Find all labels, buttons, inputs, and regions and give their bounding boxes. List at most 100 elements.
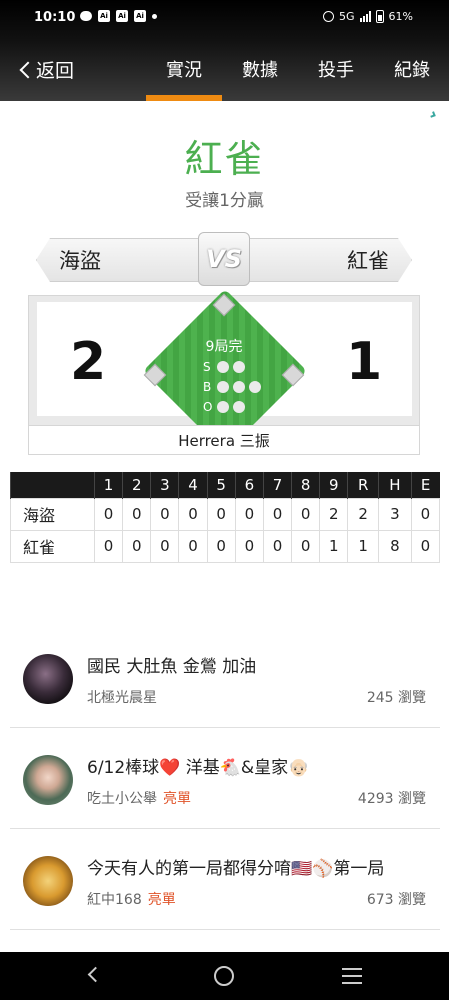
ball-dot-icon (233, 381, 245, 393)
post-title: 國民 大肚魚 金鶯 加油 (87, 657, 257, 677)
tab-live[interactable]: 實況 (146, 56, 222, 82)
avatar (23, 755, 73, 805)
post-author: 吃土小公舉 亮單 (87, 788, 191, 808)
linescore-cell: 3 (377, 497, 412, 531)
back-button[interactable]: 返回 (19, 56, 75, 83)
away-score: 2 (70, 332, 107, 392)
linescore-cell: 0 (206, 497, 236, 531)
active-tab-indicator (146, 95, 222, 101)
status-time: 10:10 (34, 10, 76, 25)
recents-nav-icon[interactable] (342, 968, 362, 984)
inning-header: 4 (178, 472, 208, 498)
result-subtitle: 受讓1分贏 (185, 191, 264, 211)
result-title: 紅雀 (184, 137, 265, 181)
home-team-box: 紅雀 (237, 238, 412, 282)
last-play-text: Herrera 三振 (28, 425, 420, 455)
out-dot-icon (233, 401, 245, 413)
out-dot-icon (217, 401, 229, 413)
ball-dot-icon (217, 381, 229, 393)
tab-records[interactable]: 紀錄 (374, 56, 449, 82)
back-label: 返回 (36, 60, 75, 82)
avatar (23, 654, 73, 704)
network-label: 5G (339, 10, 355, 23)
away-team-name: 海盜 (59, 249, 101, 273)
linescore-cell: 0 (93, 529, 124, 563)
post-title: 今天有人的第一局都得分唷🇺🇸⚾第一局 (87, 859, 385, 879)
out-label: O (203, 400, 213, 414)
linescore-cell: 0 (262, 497, 293, 531)
post-views: 245 瀏覽 (366, 690, 426, 706)
linescore-cell: 0 (150, 529, 180, 563)
post-author-name: 吃土小公舉 (87, 791, 157, 807)
linescore-cell: 0 (410, 529, 441, 563)
hits-header: H (377, 472, 412, 498)
ai-app-icon: Ai (98, 10, 110, 22)
message-icon (80, 11, 92, 21)
linescore-cell: 0 (178, 529, 208, 563)
post-views: 673 瀏覽 (366, 892, 426, 908)
post-item[interactable]: 今天有人的第一局都得分唷🇺🇸⚾第一局 紅中168 亮單 673 瀏覽 (10, 830, 440, 930)
linescore-cell: 0 (410, 497, 441, 531)
post-item[interactable]: 6/12棒球❤️ 洋基🐔&皇家👴🏻 吃土小公舉 亮單 4293 瀏覽 (10, 729, 440, 829)
linescore-cell: 8 (377, 529, 412, 563)
linescore-cell: 0 (122, 497, 152, 531)
ai-app-icon: Ai (134, 10, 146, 22)
linescore-header-team (10, 472, 95, 498)
tab-pitchers[interactable]: 投手 (298, 56, 374, 82)
linescore-table: 1 2 3 4 5 6 7 8 9 R H E 海盜 0 0 0 0 0 0 0… (10, 472, 441, 563)
post-item[interactable]: 國民 大肚魚 金鶯 加油 北極光晨星 245 瀏覽 (10, 628, 440, 728)
strike-count: S (203, 360, 245, 374)
away-team-box: 海盜 (36, 238, 211, 282)
strike-dot-icon (217, 361, 229, 373)
notification-icons: Ai Ai Ai (80, 10, 157, 22)
linescore-cell: 0 (150, 497, 180, 531)
home-nav-icon[interactable] (214, 966, 234, 986)
linescore-cell: 0 (291, 497, 321, 531)
battery-icon (375, 10, 384, 23)
inning-header: 5 (206, 472, 236, 498)
status-right: 5G 61% (323, 10, 413, 23)
errors-header: E (410, 472, 440, 498)
linescore-cell: 0 (93, 497, 124, 531)
post-author: 北極光晨星 (87, 687, 157, 707)
linescore-cell: 1 (319, 529, 349, 563)
linescore-cell: 0 (262, 529, 293, 563)
runs-header: R (347, 472, 379, 498)
linescore-cell: 0 (234, 497, 264, 531)
post-author: 紅中168 亮單 (87, 889, 176, 909)
inning-header: 9 (319, 472, 348, 498)
ai-app-icon: Ai (116, 10, 128, 22)
post-author-name: 紅中168 (87, 892, 142, 908)
home-team-name: 紅雀 (347, 249, 389, 273)
inning-header: 3 (150, 472, 179, 498)
linescore-cell: 0 (291, 529, 321, 563)
linescore-row-away: 海盜 0 0 0 0 0 0 0 0 2 2 3 0 (10, 497, 441, 531)
ball-label: B (203, 380, 212, 394)
ball-count: B (203, 380, 261, 394)
home-score: 1 (346, 332, 383, 392)
inning-label: 9局完 (205, 339, 243, 355)
ball-dot-icon (249, 381, 261, 393)
signal-icon (359, 11, 371, 22)
post-tag: 亮單 (147, 892, 176, 908)
chevron-left-icon (19, 61, 37, 79)
inning-header: 7 (262, 472, 292, 498)
linescore-cell: 0 (206, 529, 236, 563)
strike-dot-icon (233, 361, 245, 373)
post-tag: 亮單 (163, 791, 191, 807)
top-nav: 返回 實況 數據 投手 紀錄 (0, 48, 449, 92)
post-author-name: 北極光晨星 (87, 690, 157, 706)
back-nav-icon[interactable] (87, 966, 104, 983)
linescore-cell: 2 (319, 497, 349, 531)
strike-label: S (203, 360, 211, 374)
more-dot-icon (152, 13, 157, 19)
linescore-team: 海盜 (10, 497, 95, 531)
linescore-cell: 1 (347, 529, 379, 563)
linescore-cell: 2 (347, 497, 379, 531)
linescore-cell: 0 (178, 497, 208, 531)
post-views: 4293 瀏覽 (357, 791, 426, 807)
out-count: O (203, 400, 245, 414)
status-bar: 10:10 Ai Ai Ai 5G 61% (0, 0, 449, 36)
battery-level: 61% (388, 10, 413, 23)
tab-stats[interactable]: 數據 (222, 56, 298, 82)
